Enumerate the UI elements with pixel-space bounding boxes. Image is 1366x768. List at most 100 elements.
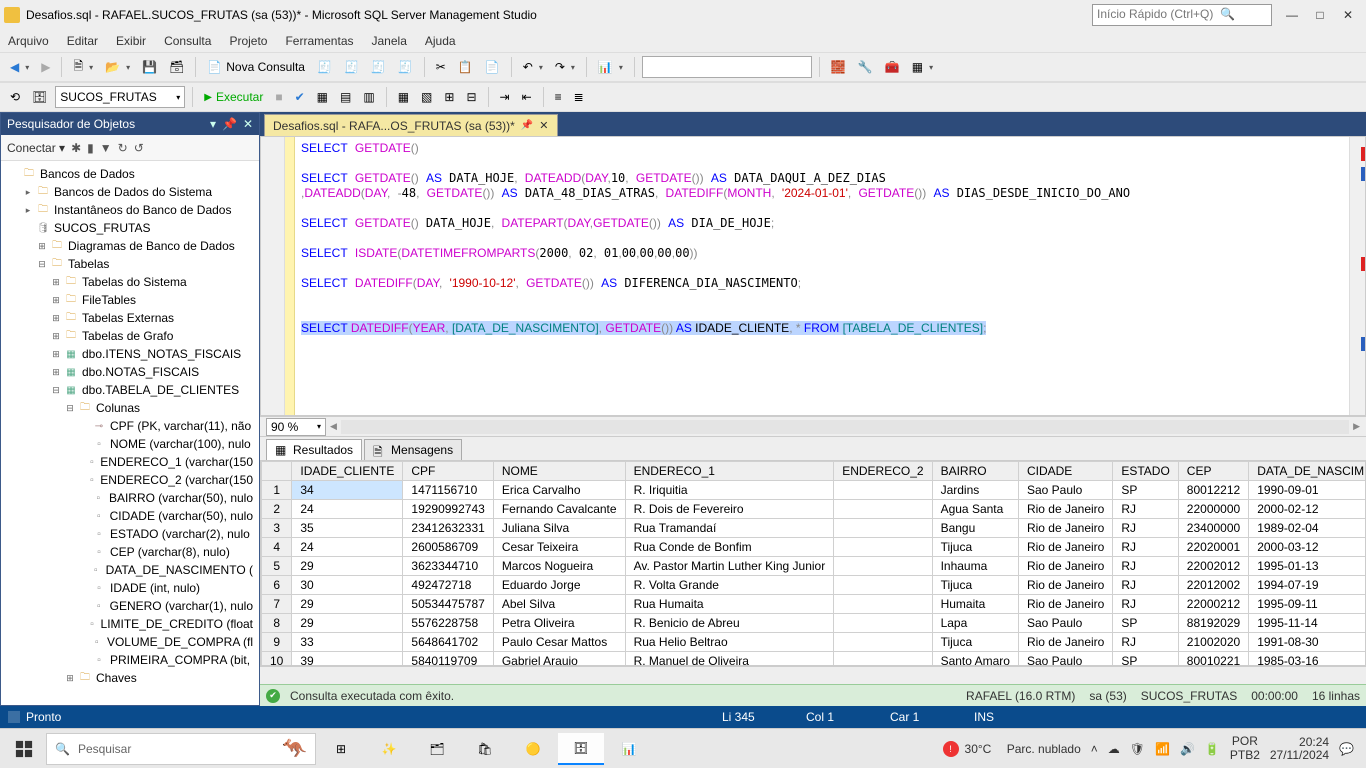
panel-pin-icon[interactable]: 📌 (222, 117, 237, 131)
mdx-icon[interactable]: 🧾 (367, 58, 390, 76)
sync-icon[interactable]: ↺ (134, 141, 144, 155)
change-conn-icon[interactable]: 🗄 (28, 88, 51, 106)
weather-widget[interactable]: ! 30°C Parc. nublado (943, 741, 1081, 757)
object-explorer-tree[interactable]: 🗀Bancos de Dados ▸🗀Bancos de Dados do Si… (1, 161, 259, 705)
code-editor[interactable]: SELECT GETDATE() SELECT GETDATE() AS DAT… (260, 136, 1366, 416)
connect-button[interactable]: Conectar ▾ (7, 141, 65, 155)
battery-icon[interactable]: 🔋 (1205, 742, 1220, 756)
grid-header[interactable]: NOME (493, 462, 625, 481)
wifi-icon[interactable]: 📶 (1155, 742, 1170, 756)
query-designer-icon[interactable]: 🧾 (313, 58, 336, 76)
table-row[interactable]: 8295576228758Petra OliveiraR. Benicio de… (262, 614, 1366, 633)
executar-button[interactable]: ▶Executar (200, 88, 267, 106)
activity-monitor-icon[interactable]: 📊 (594, 58, 627, 76)
table-row[interactable]: 22419290992743Fernando CavalcanteR. Dois… (262, 500, 1366, 519)
grid-header[interactable]: BAIRRO (932, 462, 1018, 481)
display-plan-icon[interactable]: ▦ (313, 88, 332, 106)
filter-icon[interactable]: ▼ (100, 141, 112, 155)
tree-col[interactable]: ▫DATA_DE_NASCIMENTO ( (1, 561, 259, 579)
tree-system-databases[interactable]: ▸🗀Bancos de Dados do Sistema (1, 183, 259, 201)
back-button[interactable]: ◀ (6, 58, 33, 76)
tree-system-tables[interactable]: ⊞🗀Tabelas do Sistema (1, 273, 259, 291)
editor-hscrollbar[interactable] (341, 420, 1349, 434)
table-row[interactable]: 5293623344710Marcos NogueiraAv. Pastor M… (262, 557, 1366, 576)
table-row[interactable]: 72950534475787Abel SilvaRua HumaitaHumai… (262, 595, 1366, 614)
grid-header[interactable]: ESTADO (1113, 462, 1178, 481)
quick-launch-input[interactable]: Início Rápido (Ctrl+Q) 🔍 (1092, 4, 1272, 26)
doc-tab-desafios[interactable]: Desafios.sql - RAFA...OS_FRUTAS (sa (53)… (264, 114, 558, 136)
results-hscrollbar[interactable] (260, 666, 1366, 684)
minimize-button[interactable]: ― (1278, 4, 1306, 26)
tray-chevron-icon[interactable]: ˄ (1091, 742, 1098, 756)
find-combo[interactable] (642, 56, 812, 78)
grid-header[interactable]: CPF (403, 462, 493, 481)
tree-col[interactable]: ▫LIMITE_DE_CREDITO (float (1, 615, 259, 633)
save-button[interactable]: 💾 (138, 58, 161, 76)
uncomment-icon[interactable]: ⊟ (462, 88, 480, 106)
chrome-icon[interactable]: 🟡 (510, 733, 556, 765)
notifications-icon[interactable]: 💬 (1339, 742, 1354, 756)
tree-keys[interactable]: ⊞🗀Chaves (1, 669, 259, 687)
tree-table-itens[interactable]: ⊞▦dbo.ITENS_NOTAS_FISCAIS (1, 345, 259, 363)
grid-header[interactable]: DATA_DE_NASCIMENTO (1249, 462, 1366, 481)
tree-databases[interactable]: 🗀Bancos de Dados (1, 165, 259, 183)
cut-button[interactable]: ✂ (432, 58, 450, 76)
panel-menu-icon[interactable]: ▾ (210, 117, 216, 131)
powerbi-icon[interactable]: 📊 (606, 733, 652, 765)
save-all-button[interactable]: 🗃 (165, 58, 188, 76)
redo-button[interactable]: ↷ (551, 58, 579, 76)
specify-values-icon[interactable]: ≡ (551, 88, 566, 106)
menu-ferramentas[interactable]: Ferramentas (285, 34, 353, 48)
tree-col[interactable]: ▫NOME (varchar(100), nulo (1, 435, 259, 453)
tree-db-sucos[interactable]: 🛢SUCOS_FRUTAS (1, 219, 259, 237)
parse-button[interactable]: ✔ (291, 88, 309, 106)
ssms-taskbar-icon[interactable]: 🗄 (558, 733, 604, 765)
defender-icon[interactable]: 🛡 (1130, 742, 1145, 756)
toolbox-icon[interactable]: 🧰 (881, 58, 904, 76)
use-db-icon[interactable]: ⟲ (6, 88, 24, 106)
tree-col[interactable]: ▫BAIRRO (varchar(50), nulo (1, 489, 259, 507)
tree-table-notas[interactable]: ⊞▦dbo.NOTAS_FISCAIS (1, 363, 259, 381)
results-text-icon[interactable]: ▥ (359, 88, 378, 106)
menu-janela[interactable]: Janela (372, 34, 407, 48)
results-grid[interactable]: IDADE_CLIENTECPFNOMEENDERECO_1ENDERECO_2… (260, 460, 1366, 666)
file-explorer-icon[interactable]: 🗂 (414, 733, 460, 765)
outdent-icon[interactable]: ⇤ (518, 88, 536, 106)
include-plan-icon[interactable]: ▤ (336, 88, 355, 106)
grid-header[interactable]: ENDERECO_2 (834, 462, 932, 481)
panel-close-icon[interactable]: ✕ (243, 117, 253, 131)
tree-columns[interactable]: ⊟🗀Colunas (1, 399, 259, 417)
xmla-icon[interactable]: 🧾 (340, 58, 363, 76)
dmx-icon[interactable]: 🧾 (394, 58, 417, 76)
tree-col[interactable]: ▫PRIMEIRA_COMPRA (bit, (1, 651, 259, 669)
open-button[interactable]: 📂 (101, 58, 134, 76)
tree-col[interactable]: ▫ENDERECO_2 (varchar(150 (1, 471, 259, 489)
tree-filetables[interactable]: ⊞🗀FileTables (1, 291, 259, 309)
tab-mensagens[interactable]: 🗎Mensagens (364, 439, 462, 461)
tree-col[interactable]: ▫CIDADE (varchar(50), nulo (1, 507, 259, 525)
results-file-icon[interactable]: ▧ (417, 88, 436, 106)
maximize-button[interactable]: □ (1306, 4, 1334, 26)
table-row[interactable]: 9335648641702Paulo Cesar MattosRua Helio… (262, 633, 1366, 652)
menu-editar[interactable]: Editar (67, 34, 98, 48)
refresh-icon[interactable]: ↻ (118, 141, 128, 155)
tree-snapshots[interactable]: ▸🗀Instantâneos do Banco de Dados (1, 201, 259, 219)
task-view-icon[interactable]: ⊞ (318, 733, 364, 765)
volume-icon[interactable]: 🔊 (1180, 742, 1195, 756)
table-row[interactable]: 4242600586709Cesar TeixeiraRua Conde de … (262, 538, 1366, 557)
menu-ajuda[interactable]: Ajuda (425, 34, 456, 48)
database-selector[interactable]: SUCOS_FRUTAS▾ (55, 86, 185, 108)
grid-header[interactable]: CIDADE (1018, 462, 1112, 481)
tree-col[interactable]: ▫GENERO (varchar(1), nulo (1, 597, 259, 615)
tree-diagrams[interactable]: ⊞🗀Diagramas de Banco de Dados (1, 237, 259, 255)
tab-pin-icon[interactable]: 📌 (521, 120, 533, 131)
menu-arquivo[interactable]: Arquivo (8, 34, 49, 48)
onedrive-icon[interactable]: ☁ (1108, 742, 1120, 756)
grid-header[interactable]: CEP (1178, 462, 1248, 481)
grid-header[interactable]: ENDERECO_1 (625, 462, 834, 481)
tree-col[interactable]: ⊸CPF (PK, varchar(11), não (1, 417, 259, 435)
tree-col[interactable]: ▫ESTADO (varchar(2), nulo (1, 525, 259, 543)
menu-consulta[interactable]: Consulta (164, 34, 211, 48)
forward-button[interactable]: ▶ (37, 58, 54, 76)
tab-close-icon[interactable]: ✕ (539, 119, 548, 132)
